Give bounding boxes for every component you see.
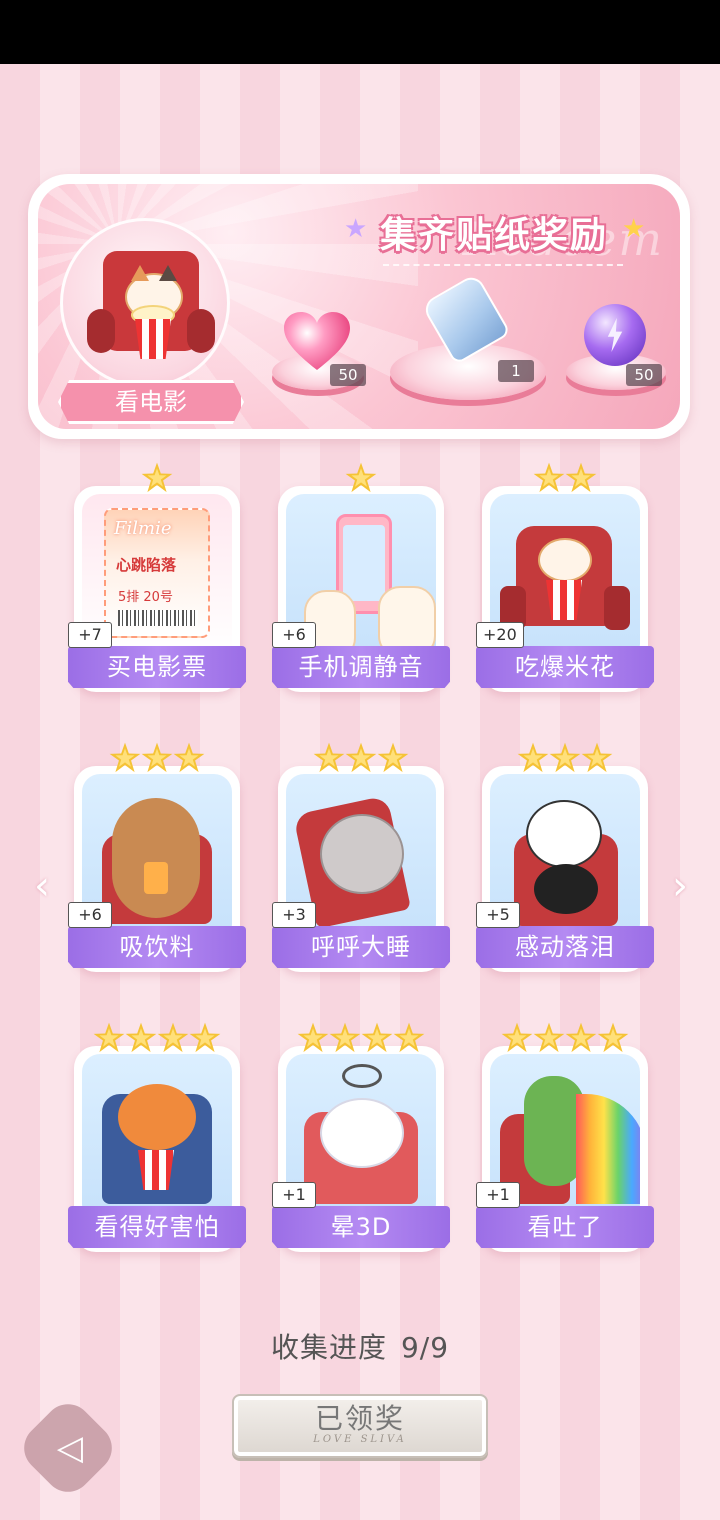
bonus-tag: +3 — [272, 902, 316, 928]
star-icon — [297, 1022, 329, 1053]
star-icon — [533, 1022, 565, 1053]
ticket-brand: Filmie — [114, 518, 172, 539]
bonus-tag: +1 — [272, 1182, 316, 1208]
sticker-label: 手机调静音 — [272, 646, 450, 688]
drink-cup-icon — [144, 862, 168, 894]
star-icon — [313, 742, 345, 773]
pink-heart-gem-icon — [284, 312, 350, 372]
sticker-label: 吃爆米花 — [476, 646, 654, 688]
star-icon — [565, 1022, 597, 1053]
star-icon — [377, 742, 409, 773]
claimed-button[interactable]: 已领奖 LOVE SLIVA — [232, 1394, 488, 1458]
sticker-card-scared[interactable]: 看得好害怕 — [68, 1022, 246, 1252]
sticker-card-buy-ticket[interactable]: Filmie 心跳陷落 5排 20号 买电影票 +7 — [68, 462, 246, 692]
purple-lightning-orb-icon — [584, 304, 646, 366]
reward-count-1: 50 — [330, 364, 366, 386]
star-icon — [329, 1022, 361, 1053]
reward-count-3: 50 — [626, 364, 662, 386]
theme-label: 看电影 — [58, 380, 244, 424]
wish-bottle-icon — [420, 272, 512, 366]
sticker-collection-page: Redeem ★ ★ 集齐贴纸奖励 看电影 50 1 50 ‹ › Filmie… — [0, 64, 720, 1520]
crocodile-icon — [524, 1076, 584, 1186]
claimed-button-sublabel: LOVE SLIVA — [313, 1434, 407, 1445]
star-icon — [141, 742, 173, 773]
sticker-card-cry[interactable]: 感动落泪 +5 — [476, 742, 654, 972]
popcorn-bucket-icon — [546, 580, 582, 620]
star-icon — [393, 1022, 425, 1053]
star-icon — [565, 462, 597, 493]
hamster-icon — [320, 814, 404, 894]
star-icon — [345, 462, 377, 493]
paw-right-icon — [378, 586, 436, 652]
fox-head-icon — [118, 1084, 196, 1150]
star-icon — [189, 1022, 221, 1053]
bonus-tag: +7 — [68, 622, 112, 648]
sticker-card-3d-dizzy[interactable]: 晕3D +1 — [272, 1022, 450, 1252]
popcorn-bucket-icon — [135, 319, 171, 359]
ticket-title: 心跳陷落 — [116, 556, 177, 574]
bonus-tag: +5 — [476, 902, 520, 928]
sticker-card-drink[interactable]: 吸饮料 +6 — [68, 742, 246, 972]
sticker-label: 感动落泪 — [476, 926, 654, 968]
seat-armrest-right — [187, 309, 215, 353]
movie-ticket-icon: Filmie 心跳陷落 5排 20号 — [104, 508, 210, 638]
sticker-card-silence-phone[interactable]: 手机调静音 +6 — [272, 462, 450, 692]
white-cat-icon — [320, 1098, 404, 1168]
seat-armrest-right — [604, 586, 630, 630]
previous-page-arrow[interactable]: ‹ — [22, 864, 62, 908]
title-dashed-line — [383, 264, 623, 266]
star-icon — [549, 742, 581, 773]
sticker-label: 呼呼大睡 — [272, 926, 450, 968]
banner-title: 集齐贴纸奖励 — [380, 215, 609, 256]
star-icon — [597, 1022, 629, 1053]
star-icon — [345, 742, 377, 773]
bonus-tag: +6 — [272, 622, 316, 648]
sticker-label: 晕3D — [272, 1206, 450, 1248]
panda-head-icon — [526, 800, 602, 868]
cat-head-icon — [538, 538, 592, 582]
bear-icon — [112, 798, 200, 918]
rainbow-icon — [576, 1094, 640, 1204]
reward-count-2: 1 — [498, 360, 534, 382]
star-icon — [533, 462, 565, 493]
seat-armrest-left — [87, 309, 115, 353]
back-arrow-icon: ◁ — [56, 1428, 84, 1468]
sticker-label: 吸饮料 — [68, 926, 246, 968]
next-page-arrow[interactable]: › — [660, 864, 700, 908]
status-bar — [0, 0, 720, 64]
sticker-card-eat-popcorn[interactable]: 吃爆米花 +20 — [476, 462, 654, 692]
sticker-label: 看得好害怕 — [68, 1206, 246, 1248]
dizzy-swirl-icon — [342, 1064, 382, 1088]
ticket-seat: 5排 20号 — [118, 590, 173, 605]
movie-theme-cat-avatar — [60, 218, 230, 388]
yellow-star-icon: ★ — [622, 214, 646, 244]
sticker-card-sleep[interactable]: 呼呼大睡 +3 — [272, 742, 450, 972]
collection-progress: 收集进度 9/9 — [0, 1326, 720, 1366]
sticker-label: 买电影票 — [68, 646, 246, 688]
star-icon — [157, 1022, 189, 1053]
sticker-label: 看吐了 — [476, 1206, 654, 1248]
purple-star-icon: ★ — [344, 214, 368, 244]
star-icon — [361, 1022, 393, 1053]
progress-value: 9/9 — [400, 1331, 450, 1364]
panda-body-icon — [534, 864, 598, 914]
star-icon — [581, 742, 613, 773]
popcorn-bucket-icon — [138, 1150, 174, 1190]
star-icon — [141, 462, 173, 493]
star-icon — [109, 742, 141, 773]
star-icon — [173, 742, 205, 773]
star-icon — [517, 742, 549, 773]
sticker-art — [82, 1054, 232, 1212]
sticker-card-vomit[interactable]: 看吐了 +1 — [476, 1022, 654, 1252]
bonus-tag: +1 — [476, 1182, 520, 1208]
progress-label: 收集进度 — [270, 1331, 387, 1364]
star-icon — [93, 1022, 125, 1053]
bonus-tag: +20 — [476, 622, 524, 648]
bonus-tag: +6 — [68, 902, 112, 928]
barcode-icon — [118, 610, 198, 626]
star-icon — [501, 1022, 533, 1053]
star-icon — [125, 1022, 157, 1053]
reward-banner: Redeem ★ ★ 集齐贴纸奖励 看电影 50 1 50 — [28, 174, 690, 439]
reward-banner-inner: Redeem ★ ★ 集齐贴纸奖励 看电影 50 1 50 — [38, 184, 680, 429]
